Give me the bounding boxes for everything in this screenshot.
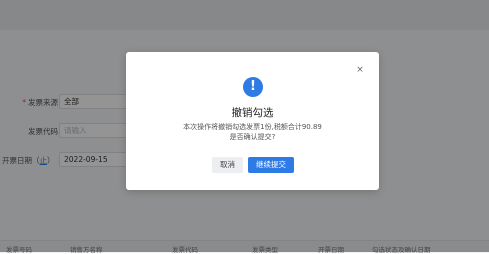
dialog-title: 撤销勾选 — [231, 107, 274, 119]
confirm-dialog: × ! 撤销勾选 本次操作将撤销勾选发票1份,税额合计90.89 是否确认提交?… — [126, 52, 379, 190]
dialog-question: 是否确认提交? — [229, 133, 276, 141]
cancel-button[interactable]: 取消 — [212, 157, 243, 173]
exclamation-icon: ! — [243, 77, 263, 97]
close-icon[interactable]: × — [355, 65, 365, 75]
confirm-submit-button[interactable]: 继续提交 — [248, 157, 294, 173]
dialog-message: 本次操作将撤销勾选发票1份,税额合计90.89 — [183, 123, 322, 131]
